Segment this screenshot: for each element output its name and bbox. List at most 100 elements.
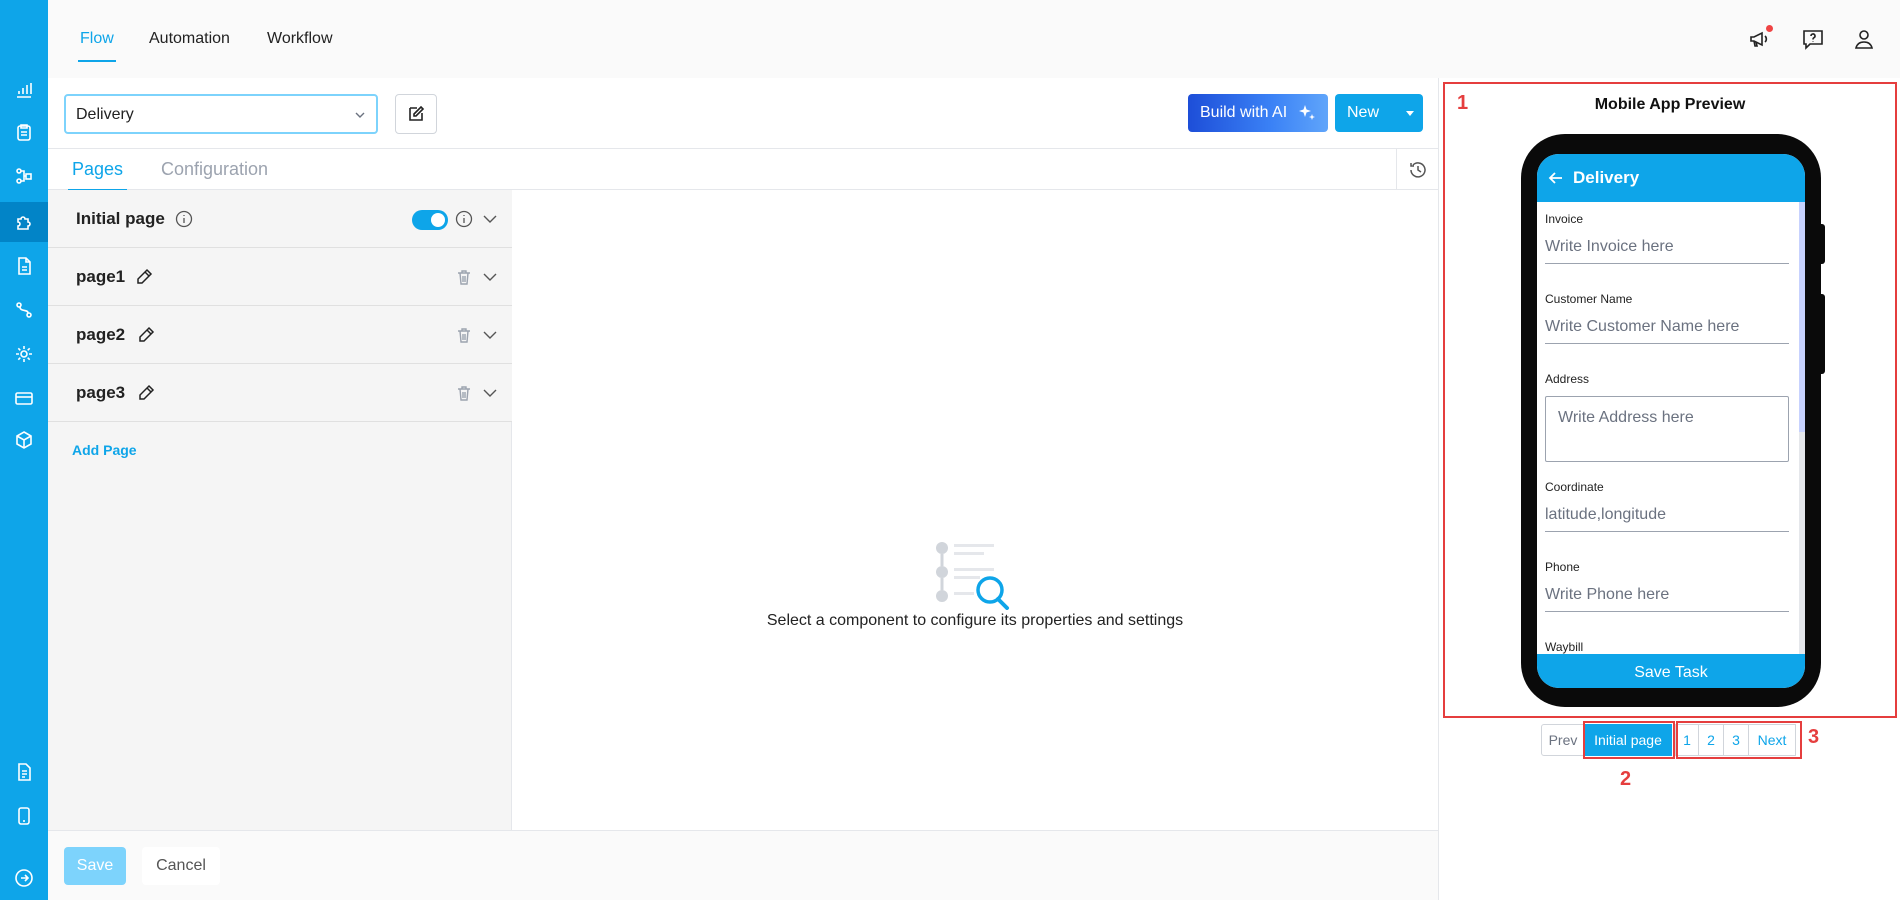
history-button[interactable] bbox=[1396, 149, 1438, 190]
pager-page-1[interactable]: 1 bbox=[1675, 724, 1699, 756]
file-icon[interactable] bbox=[12, 760, 36, 784]
coordinate-input[interactable]: latitude,longitude bbox=[1545, 500, 1789, 532]
tab-configuration[interactable]: Configuration bbox=[161, 159, 268, 180]
pager-page-3[interactable]: 3 bbox=[1723, 724, 1749, 756]
chevron-down-icon[interactable] bbox=[480, 383, 500, 403]
trash-icon[interactable] bbox=[454, 325, 474, 345]
app-form: Invoice Write Invoice here Customer Name… bbox=[1537, 202, 1805, 654]
field-label: Waybill bbox=[1545, 640, 1584, 654]
notification-dot bbox=[1766, 25, 1773, 32]
cancel-button[interactable]: Cancel bbox=[142, 847, 220, 885]
address-textarea[interactable]: Write Address here bbox=[1545, 396, 1789, 462]
pager-page-2[interactable]: 2 bbox=[1698, 724, 1724, 756]
annotation-label-3: 3 bbox=[1808, 726, 1820, 748]
editor-subtabs: Pages Configuration bbox=[48, 148, 1438, 191]
field-label: Invoice bbox=[1545, 212, 1584, 226]
megaphone-icon[interactable] bbox=[1748, 25, 1773, 51]
page-name: Initial page bbox=[76, 209, 165, 228]
new-button[interactable]: New bbox=[1335, 94, 1423, 132]
tab-flow[interactable]: Flow bbox=[78, 30, 116, 62]
left-rail bbox=[0, 0, 48, 900]
chevron-down-icon[interactable] bbox=[480, 325, 500, 345]
history-icon bbox=[1409, 161, 1426, 178]
phone-screen: Delivery Invoice Write Invoice here Cust… bbox=[1537, 154, 1805, 688]
flow-editor: Delivery Build with AI New Pages Configu… bbox=[48, 78, 1438, 830]
chevron-down-icon bbox=[354, 109, 366, 121]
document-icon[interactable] bbox=[12, 254, 36, 278]
page-row[interactable]: page3 bbox=[48, 364, 512, 422]
user-icon[interactable] bbox=[1852, 27, 1876, 51]
phone-frame: Delivery Invoice Write Invoice here Cust… bbox=[1521, 134, 1821, 707]
invoice-input[interactable]: Write Invoice here bbox=[1545, 232, 1789, 264]
pager-initial-page[interactable]: Initial page bbox=[1584, 724, 1672, 756]
new-button-label: New bbox=[1347, 104, 1380, 121]
flow-select-value: Delivery bbox=[76, 106, 134, 123]
mobile-preview-panel: Mobile App Preview Delivery Invoice Writ… bbox=[1438, 78, 1900, 900]
pager-next[interactable]: Next bbox=[1748, 724, 1796, 756]
page-name: page3 bbox=[76, 383, 126, 402]
customer-name-input[interactable]: Write Customer Name here bbox=[1545, 312, 1789, 344]
scrollbar[interactable] bbox=[1799, 202, 1805, 654]
page-row[interactable]: page2 bbox=[48, 306, 512, 364]
field-label: Address bbox=[1545, 372, 1590, 386]
new-dropdown-toggle[interactable] bbox=[1397, 94, 1423, 132]
field-label: Coordinate bbox=[1545, 480, 1604, 494]
pages-list: Initial page page1 page2 page3 Add Page bbox=[48, 190, 512, 830]
build-with-ai-label: Build with AI bbox=[1200, 104, 1288, 121]
logout-icon[interactable] bbox=[12, 866, 36, 890]
pencil-icon[interactable] bbox=[134, 267, 154, 287]
app-title: Delivery bbox=[1573, 168, 1640, 187]
save-task-button[interactable]: Save Task bbox=[1537, 654, 1805, 688]
page-row[interactable]: page1 bbox=[48, 248, 512, 306]
pencil-icon[interactable] bbox=[136, 325, 156, 345]
add-page-link[interactable]: Add Page bbox=[72, 442, 137, 458]
preview-title: Mobile App Preview bbox=[1594, 96, 1746, 113]
save-button[interactable]: Save bbox=[64, 847, 126, 885]
edit-flow-button[interactable] bbox=[395, 94, 437, 134]
app-header: Delivery bbox=[1537, 154, 1805, 202]
tab-pages[interactable]: Pages bbox=[67, 159, 128, 191]
build-with-ai-button[interactable]: Build with AI bbox=[1188, 94, 1328, 132]
scrollbar-thumb[interactable] bbox=[1799, 202, 1805, 432]
annotation-label-2: 2 bbox=[1620, 768, 1632, 790]
preview-pager: Prev Initial page 1 2 3 Next bbox=[1541, 724, 1796, 756]
edit-icon bbox=[409, 105, 425, 121]
empty-state-text: Select a component to configure its prop… bbox=[766, 612, 1184, 629]
page-name: page1 bbox=[76, 267, 126, 286]
chart-icon[interactable] bbox=[12, 78, 36, 102]
chevron-down-icon[interactable] bbox=[480, 267, 500, 287]
puzzle-icon[interactable] bbox=[0, 202, 48, 242]
annotation-label-1: 1 bbox=[1457, 92, 1469, 114]
search-list-icon bbox=[932, 538, 1022, 610]
editor-footer: Save Cancel bbox=[48, 830, 1438, 900]
box-icon[interactable] bbox=[12, 428, 36, 452]
caret-down-icon bbox=[1406, 111, 1414, 116]
info-icon[interactable] bbox=[174, 209, 194, 229]
field-label: Phone bbox=[1545, 560, 1580, 574]
back-arrow-icon[interactable] bbox=[1547, 169, 1565, 187]
trash-icon[interactable] bbox=[454, 383, 474, 403]
mobile-icon[interactable] bbox=[12, 804, 36, 828]
page-row-initial[interactable]: Initial page bbox=[48, 190, 512, 248]
help-chat-icon[interactable] bbox=[1801, 27, 1825, 51]
trash-icon[interactable] bbox=[454, 267, 474, 287]
page-name: page2 bbox=[76, 325, 126, 344]
gear-icon[interactable] bbox=[12, 342, 36, 366]
flow-icon[interactable] bbox=[12, 164, 36, 188]
tab-workflow[interactable]: Workflow bbox=[267, 30, 333, 48]
route-icon[interactable] bbox=[12, 298, 36, 322]
top-nav: Flow Automation Workflow bbox=[48, 0, 1900, 78]
chevron-down-icon[interactable] bbox=[480, 209, 500, 229]
tab-automation[interactable]: Automation bbox=[149, 30, 230, 48]
field-label: Customer Name bbox=[1545, 292, 1633, 306]
clipboard-icon[interactable] bbox=[12, 120, 36, 144]
info-icon[interactable] bbox=[454, 209, 474, 229]
initial-page-toggle[interactable] bbox=[412, 210, 448, 230]
sparkle-icon bbox=[1299, 105, 1316, 120]
pager-prev[interactable]: Prev bbox=[1541, 724, 1585, 756]
phone-input[interactable]: Write Phone here bbox=[1545, 580, 1789, 612]
pencil-icon[interactable] bbox=[136, 383, 156, 403]
component-canvas: Select a component to configure its prop… bbox=[512, 190, 1438, 830]
flow-select[interactable]: Delivery bbox=[64, 94, 378, 134]
card-icon[interactable] bbox=[12, 386, 36, 410]
